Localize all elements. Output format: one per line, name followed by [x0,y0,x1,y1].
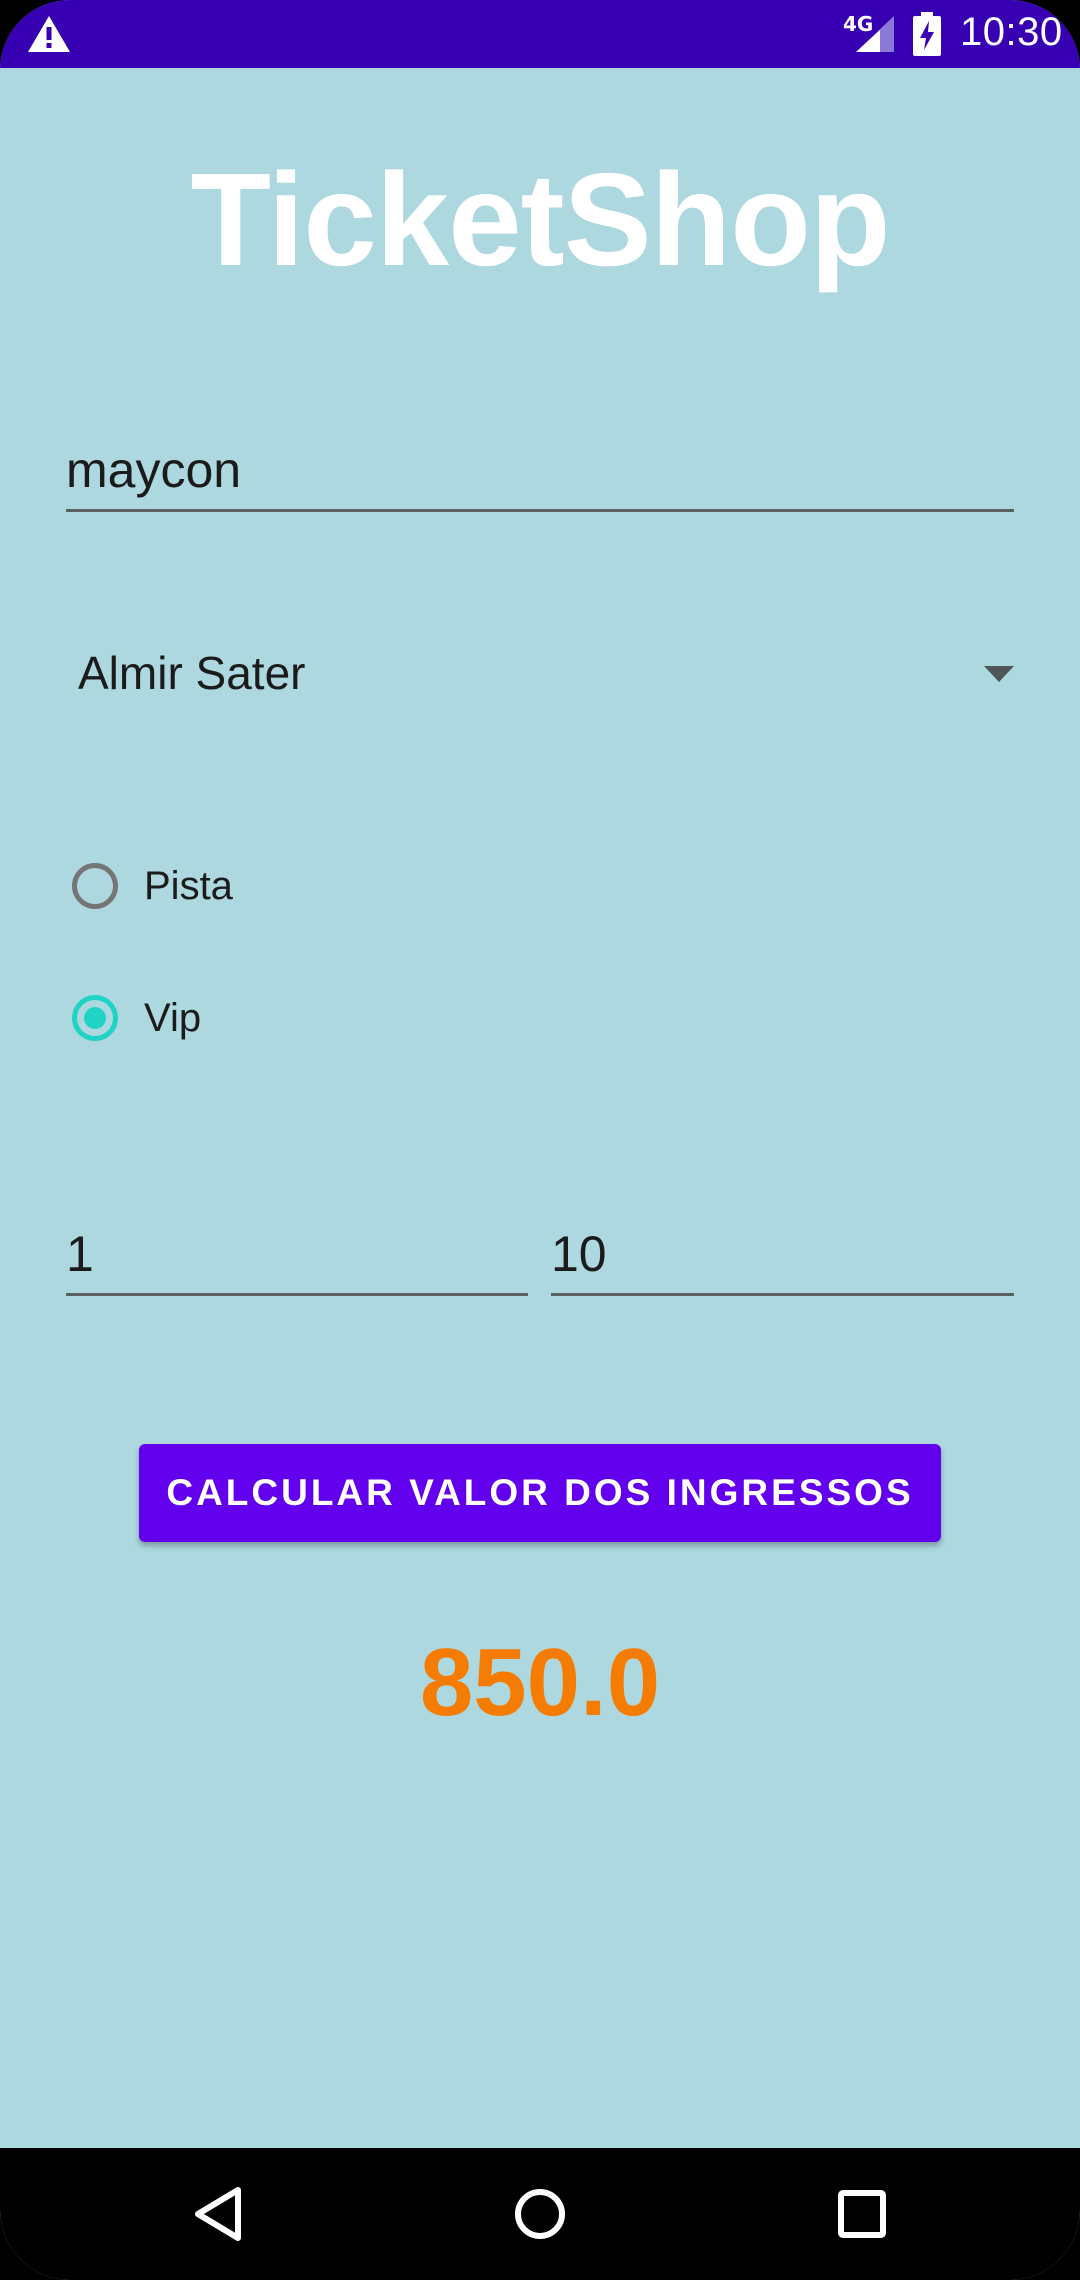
dropdown-arrow-icon [984,666,1014,682]
app-title: TicketShop [190,146,890,293]
status-bar: 4G 10:30 [0,0,1080,68]
phone-screen: 4G 10:30 TicketShop maycon Almir Sater P… [0,0,1080,2280]
signal-icon [856,16,894,52]
home-icon[interactable] [512,2184,568,2244]
radio-button-unchecked[interactable] [72,863,118,909]
name-input[interactable]: maycon [66,440,1014,512]
back-icon[interactable] [190,2184,246,2244]
calculate-button[interactable]: CALCULAR VALOR DOS INGRESSOS [139,1444,941,1542]
navigation-bar [0,2148,1080,2280]
quantity-input[interactable]: 1 [66,1224,528,1296]
radio-vip[interactable]: Vip [70,988,201,1048]
radio-label-vip: Vip [144,995,202,1040]
radio-label-pista: Pista [144,863,233,908]
radio-button-checked[interactable] [72,995,118,1041]
second-number-input[interactable]: 10 [551,1224,1014,1296]
warning-icon [28,16,70,52]
radio-pista[interactable]: Pista [70,856,233,916]
spinner-selected-value: Almir Sater [78,647,306,699]
battery-charging-icon [913,12,941,56]
recent-apps-icon[interactable] [834,2186,890,2242]
result-value: 850.0 [419,1629,661,1736]
artist-spinner[interactable]: Almir Sater [66,640,1014,712]
status-time: 10:30 [960,10,1063,54]
